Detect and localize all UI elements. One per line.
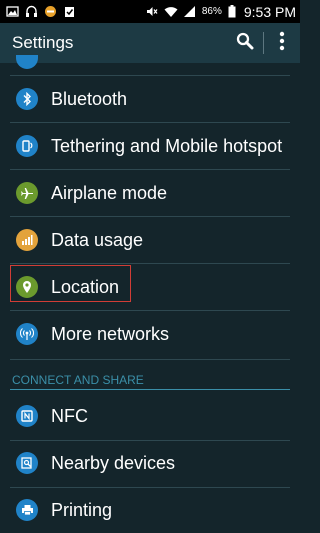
search-button[interactable]: [227, 23, 263, 63]
settings-list[interactable]: Bluetooth Tethering and Mobile hotspot A…: [0, 55, 300, 533]
settings-item-more-networks[interactable]: More networks: [0, 311, 300, 357]
more-icon: [279, 31, 285, 56]
status-bar: 86% 9:53 PM: [0, 0, 300, 23]
airplane-icon: [16, 182, 38, 204]
more-options-button[interactable]: [264, 23, 300, 63]
settings-item-airplane-mode[interactable]: Airplane mode: [0, 170, 300, 216]
settings-item-label: Bluetooth: [51, 88, 128, 109]
battery-icon: [228, 5, 236, 18]
settings-item-label: Printing: [51, 499, 113, 520]
data-usage-icon: [16, 229, 38, 251]
clipboard-check-icon: [63, 5, 76, 18]
printer-icon: [16, 499, 38, 521]
hotspot-icon: [16, 135, 38, 157]
section-divider: [10, 389, 290, 390]
system-icons: 86% 9:53 PM: [145, 4, 296, 20]
image-icon: [6, 5, 19, 18]
clock: 9:53 PM: [243, 3, 296, 20]
nearby-devices-icon: [16, 452, 38, 474]
action-bar: Settings: [0, 23, 300, 63]
highlight-box: [10, 265, 131, 302]
settings-item-nearby-devices[interactable]: Nearby devices: [0, 440, 300, 486]
notification-icons: [6, 5, 76, 18]
settings-item-tethering[interactable]: Tethering and Mobile hotspot: [0, 123, 300, 169]
settings-item-nfc[interactable]: NFC: [0, 393, 300, 439]
mute-icon: [145, 5, 158, 18]
settings-item-label: Tethering and Mobile hotspot: [51, 135, 283, 156]
settings-item-data-usage[interactable]: Data usage: [0, 217, 300, 263]
settings-item-label: Airplane mode: [51, 182, 168, 203]
settings-item-printing[interactable]: Printing: [0, 487, 300, 533]
battery-percent: 86%: [201, 6, 222, 17]
networks-icon: [16, 323, 38, 345]
divider: [10, 359, 290, 360]
settings-item-label: Nearby devices: [51, 452, 176, 473]
partial-item-icon: [16, 55, 38, 69]
bluetooth-icon: [16, 88, 38, 110]
settings-item-label: More networks: [51, 323, 170, 344]
search-icon: [236, 32, 254, 55]
wifi-icon: [164, 5, 178, 18]
settings-item-label: Data usage: [51, 229, 144, 250]
settings-item-bluetooth[interactable]: Bluetooth: [0, 76, 300, 122]
section-header-connect-and-share: CONNECT AND SHARE: [12, 373, 144, 387]
blocked-icon: [44, 5, 57, 18]
settings-item-label: NFC: [51, 405, 88, 426]
signal-icon: [183, 5, 196, 18]
headphones-icon: [25, 5, 38, 18]
nfc-icon: [16, 405, 38, 427]
page-title: Settings: [12, 33, 74, 52]
